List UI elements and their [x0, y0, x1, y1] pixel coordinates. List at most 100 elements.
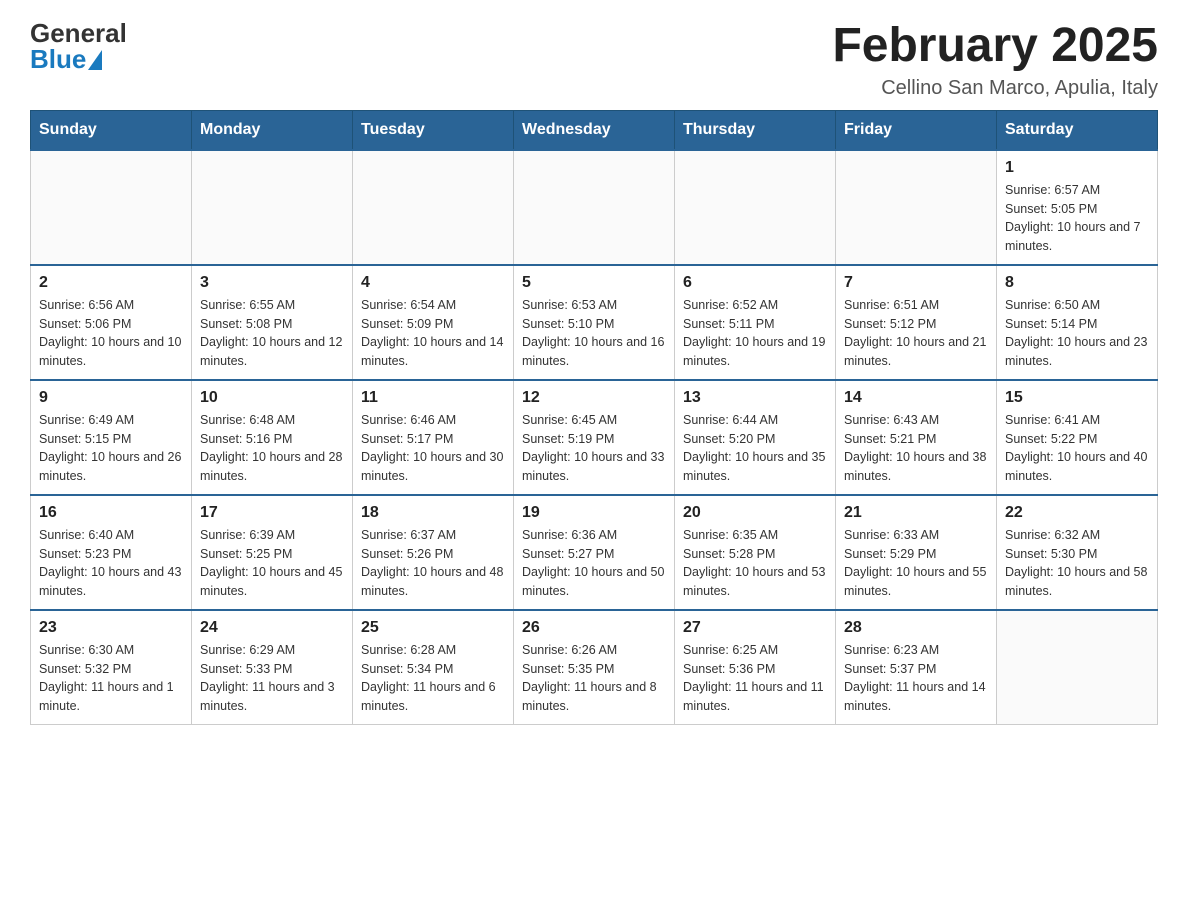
day-number: 7: [844, 274, 988, 292]
calendar-cell: 12Sunrise: 6:45 AMSunset: 5:19 PMDayligh…: [514, 380, 675, 495]
weekday-header-thursday: Thursday: [675, 110, 836, 150]
calendar-cell: 6 Sunrise: 6:52 AMSunset: 5:11 PMDaylight…: [675, 265, 836, 380]
day-number: 21: [844, 504, 988, 522]
day-info: Sunrise: 6:57 AMSunset: 5:05 PMDaylight:…: [1005, 181, 1149, 256]
day-info: Sunrise: 6:44 AMSunset: 5:20 PMDaylight:…: [683, 411, 827, 486]
day-info: Sunrise: 6:26 AMSunset: 5:35 PMDaylight:…: [522, 641, 666, 716]
day-number: 13: [683, 389, 827, 407]
day-info: Sunrise: 6:41 AMSunset: 5:22 PMDaylight:…: [1005, 411, 1149, 486]
day-info: Sunrise: 6:28 AMSunset: 5:34 PMDaylight:…: [361, 641, 505, 716]
day-number: 26: [522, 619, 666, 637]
day-number: 12: [522, 389, 666, 407]
day-info: Sunrise: 6:52 AMSunset: 5:11 PMDaylight:…: [683, 296, 827, 371]
day-info: Sunrise: 6:49 AMSunset: 5:15 PMDaylight:…: [39, 411, 183, 486]
calendar-cell: 15 Sunrise: 6:41 AMSunset: 5:22 PMDayligh…: [997, 380, 1158, 495]
day-number: 4: [361, 274, 505, 292]
day-number: 11: [361, 389, 505, 407]
day-number: 23: [39, 619, 183, 637]
day-info: Sunrise: 6:54 AMSunset: 5:09 PMDaylight:…: [361, 296, 505, 371]
calendar-cell: 20 Sunrise: 6:35 AMSunset: 5:28 PMDayligh…: [675, 495, 836, 610]
calendar-cell: 28 Sunrise: 6:23 AMSunset: 5:37 PMDayligh…: [836, 610, 997, 725]
week-row-2: 2 Sunrise: 6:56 AMSunset: 5:06 PMDaylight…: [31, 265, 1158, 380]
day-number: 9: [39, 389, 183, 407]
calendar-cell: 10 Sunrise: 6:48 AMSunset: 5:16 PMDayligh…: [192, 380, 353, 495]
calendar-cell: 27Sunrise: 6:25 AMSunset: 5:36 PMDayligh…: [675, 610, 836, 725]
day-number: 18: [361, 504, 505, 522]
calendar-cell: [997, 610, 1158, 725]
weekday-header-row: SundayMondayTuesdayWednesdayThursdayFrid…: [31, 110, 1158, 150]
calendar-cell: 26 Sunrise: 6:26 AMSunset: 5:35 PMDayligh…: [514, 610, 675, 725]
day-number: 6: [683, 274, 827, 292]
day-number: 1: [1005, 159, 1149, 177]
calendar-subtitle: Cellino San Marco, Apulia, Italy: [832, 77, 1158, 100]
calendar-cell: 8 Sunrise: 6:50 AMSunset: 5:14 PMDaylight…: [997, 265, 1158, 380]
calendar-cell: 18 Sunrise: 6:37 AMSunset: 5:26 PMDayligh…: [353, 495, 514, 610]
day-info: Sunrise: 6:29 AMSunset: 5:33 PMDaylight:…: [200, 641, 344, 716]
day-info: Sunrise: 6:43 AMSunset: 5:21 PMDaylight:…: [844, 411, 988, 486]
calendar-cell: 16 Sunrise: 6:40 AMSunset: 5:23 PMDayligh…: [31, 495, 192, 610]
day-info: Sunrise: 6:55 AMSunset: 5:08 PMDaylight:…: [200, 296, 344, 371]
logo-general-text: General: [30, 20, 127, 46]
day-number: 2: [39, 274, 183, 292]
day-number: 24: [200, 619, 344, 637]
day-info: Sunrise: 6:56 AMSunset: 5:06 PMDaylight:…: [39, 296, 183, 371]
calendar-cell: [836, 150, 997, 265]
day-number: 20: [683, 504, 827, 522]
day-number: 17: [200, 504, 344, 522]
day-number: 27: [683, 619, 827, 637]
day-info: Sunrise: 6:51 AMSunset: 5:12 PMDaylight:…: [844, 296, 988, 371]
calendar-cell: 14Sunrise: 6:43 AMSunset: 5:21 PMDayligh…: [836, 380, 997, 495]
calendar-cell: 1 Sunrise: 6:57 AMSunset: 5:05 PMDaylight…: [997, 150, 1158, 265]
calendar-cell: 3 Sunrise: 6:55 AMSunset: 5:08 PMDaylight…: [192, 265, 353, 380]
day-info: Sunrise: 6:30 AMSunset: 5:32 PMDaylight:…: [39, 641, 183, 716]
weekday-header-monday: Monday: [192, 110, 353, 150]
weekday-header-wednesday: Wednesday: [514, 110, 675, 150]
calendar-cell: [353, 150, 514, 265]
day-number: 22: [1005, 504, 1149, 522]
calendar-cell: [192, 150, 353, 265]
calendar-cell: 17 Sunrise: 6:39 AMSunset: 5:25 PMDayligh…: [192, 495, 353, 610]
logo: General Blue: [30, 20, 127, 72]
day-number: 5: [522, 274, 666, 292]
weekday-header-tuesday: Tuesday: [353, 110, 514, 150]
calendar-title: February 2025: [832, 20, 1158, 73]
calendar-cell: [675, 150, 836, 265]
weekday-header-saturday: Saturday: [997, 110, 1158, 150]
day-info: Sunrise: 6:32 AMSunset: 5:30 PMDaylight:…: [1005, 526, 1149, 601]
day-info: Sunrise: 6:50 AMSunset: 5:14 PMDaylight:…: [1005, 296, 1149, 371]
day-number: 8: [1005, 274, 1149, 292]
day-info: Sunrise: 6:46 AMSunset: 5:17 PMDaylight:…: [361, 411, 505, 486]
day-number: 10: [200, 389, 344, 407]
week-row-5: 23 Sunrise: 6:30 AMSunset: 5:32 PMDayligh…: [31, 610, 1158, 725]
calendar-cell: 22 Sunrise: 6:32 AMSunset: 5:30 PMDayligh…: [997, 495, 1158, 610]
day-info: Sunrise: 6:39 AMSunset: 5:25 PMDaylight:…: [200, 526, 344, 601]
day-info: Sunrise: 6:23 AMSunset: 5:37 PMDaylight:…: [844, 641, 988, 716]
day-number: 15: [1005, 389, 1149, 407]
day-number: 25: [361, 619, 505, 637]
calendar-cell: 25 Sunrise: 6:28 AMSunset: 5:34 PMDayligh…: [353, 610, 514, 725]
calendar-cell: 4 Sunrise: 6:54 AMSunset: 5:09 PMDaylight…: [353, 265, 514, 380]
calendar-cell: 24 Sunrise: 6:29 AMSunset: 5:33 PMDayligh…: [192, 610, 353, 725]
day-number: 19: [522, 504, 666, 522]
day-number: 3: [200, 274, 344, 292]
day-number: 28: [844, 619, 988, 637]
calendar-cell: [514, 150, 675, 265]
day-info: Sunrise: 6:33 AMSunset: 5:29 PMDaylight:…: [844, 526, 988, 601]
calendar-cell: 11 Sunrise: 6:46 AMSunset: 5:17 PMDayligh…: [353, 380, 514, 495]
calendar-cell: 19 Sunrise: 6:36 AMSunset: 5:27 PMDayligh…: [514, 495, 675, 610]
calendar-cell: 9 Sunrise: 6:49 AMSunset: 5:15 PMDaylight…: [31, 380, 192, 495]
calendar-cell: 21 Sunrise: 6:33 AMSunset: 5:29 PMDayligh…: [836, 495, 997, 610]
day-info: Sunrise: 6:35 AMSunset: 5:28 PMDaylight:…: [683, 526, 827, 601]
weekday-header-sunday: Sunday: [31, 110, 192, 150]
page-header: General Blue February 2025 Cellino San M…: [30, 20, 1158, 100]
week-row-3: 9 Sunrise: 6:49 AMSunset: 5:15 PMDaylight…: [31, 380, 1158, 495]
calendar-cell: [31, 150, 192, 265]
title-block: February 2025 Cellino San Marco, Apulia,…: [832, 20, 1158, 100]
calendar-cell: 23 Sunrise: 6:30 AMSunset: 5:32 PMDayligh…: [31, 610, 192, 725]
weekday-header-friday: Friday: [836, 110, 997, 150]
day-info: Sunrise: 6:37 AMSunset: 5:26 PMDaylight:…: [361, 526, 505, 601]
day-info: Sunrise: 6:40 AMSunset: 5:23 PMDaylight:…: [39, 526, 183, 601]
day-number: 16: [39, 504, 183, 522]
day-info: Sunrise: 6:36 AMSunset: 5:27 PMDaylight:…: [522, 526, 666, 601]
day-info: Sunrise: 6:48 AMSunset: 5:16 PMDaylight:…: [200, 411, 344, 486]
